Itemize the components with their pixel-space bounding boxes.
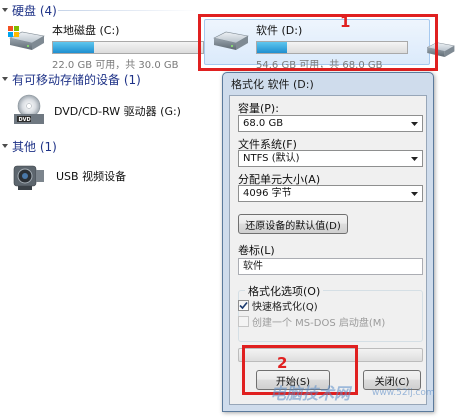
msdos-startup-disk-checkbox[interactable]: 创建一个 MS-DOS 启动盘(M): [238, 314, 385, 329]
filesystem-select[interactable]: NTFS (默认): [238, 150, 423, 167]
capacity-label: 容量(P):: [238, 102, 279, 115]
annotation-label-1: 1: [340, 13, 351, 31]
device-usb-video[interactable]: USB 视频设备: [8, 158, 126, 194]
capacity-select[interactable]: 68.0 GB: [238, 115, 423, 132]
chevron-down-icon: [408, 117, 420, 130]
capacity-value: 68.0 GB: [243, 118, 284, 129]
checkbox-box[interactable]: [238, 300, 249, 311]
device-dvd-drive[interactable]: DVD DVD/CD-RW 驱动器 (G:): [12, 94, 181, 128]
annotation-label-2: 2: [277, 354, 288, 372]
group-title: 其他 (1): [12, 139, 57, 154]
checkbox-label: 快速格式化(Q): [252, 302, 318, 313]
volume-label-input[interactable]: 软件: [238, 258, 423, 275]
filesystem-value: NTFS (默认): [243, 153, 300, 164]
format-options-legend: 格式化选项(O): [245, 283, 324, 299]
svg-text:DVD: DVD: [19, 117, 31, 123]
group-header-removable[interactable]: 有可移动存储的设备 (1): [0, 71, 141, 87]
collapse-arrow-icon[interactable]: [0, 74, 10, 84]
webcam-icon: [13, 165, 44, 190]
annotation-box-1: [198, 14, 438, 71]
group-header-hard-disks[interactable]: 硬盘 (4): [0, 2, 57, 18]
drive-free-space: 22.0 GB 可用，共 30.0 GB: [52, 60, 179, 71]
group-title: 硬盘 (4): [12, 3, 57, 18]
collapse-arrow-icon[interactable]: [0, 5, 10, 15]
volume-label: 卷标(L): [238, 244, 275, 257]
allocation-value: 4096 字节: [243, 188, 292, 199]
group-title: 有可移动存储的设备 (1): [12, 72, 141, 87]
close-button[interactable]: 关闭(C): [363, 370, 421, 390]
checkmark-icon: [239, 301, 248, 310]
dvd-drive-icon: DVD: [14, 94, 44, 124]
watermark-url: www.52ij.com: [372, 388, 435, 398]
allocation-select[interactable]: 4096 字节: [238, 185, 423, 202]
drive-name: 本地磁盘 (C:): [52, 24, 120, 37]
device-name: DVD/CD-RW 驱动器 (G:): [54, 105, 181, 118]
drive-usage-fill: [53, 42, 94, 53]
watermark-logo: 电脑技术网: [270, 384, 351, 403]
chevron-down-icon: [408, 152, 420, 165]
group-header-other[interactable]: 其他 (1): [0, 138, 57, 154]
restore-defaults-button[interactable]: 还原设备的默认值(D): [238, 214, 348, 234]
collapse-arrow-icon[interactable]: [0, 141, 10, 151]
quick-format-checkbox[interactable]: 快速格式化(Q): [238, 298, 318, 313]
checkbox-box[interactable]: [238, 316, 249, 327]
dialog-title[interactable]: 格式化 软件 (D:): [223, 73, 433, 95]
checkbox-label: 创建一个 MS-DOS 启动盘(M): [252, 318, 386, 329]
hard-drive-windows-icon: [6, 22, 46, 58]
device-name: USB 视频设备: [56, 170, 127, 183]
chevron-down-icon: [408, 187, 420, 200]
drive-c[interactable]: 本地磁盘 (C:) 22.0 GB 可用，共 30.0 GB: [6, 22, 204, 71]
group-divider: [58, 10, 198, 11]
drive-usage-bar: [52, 41, 204, 54]
